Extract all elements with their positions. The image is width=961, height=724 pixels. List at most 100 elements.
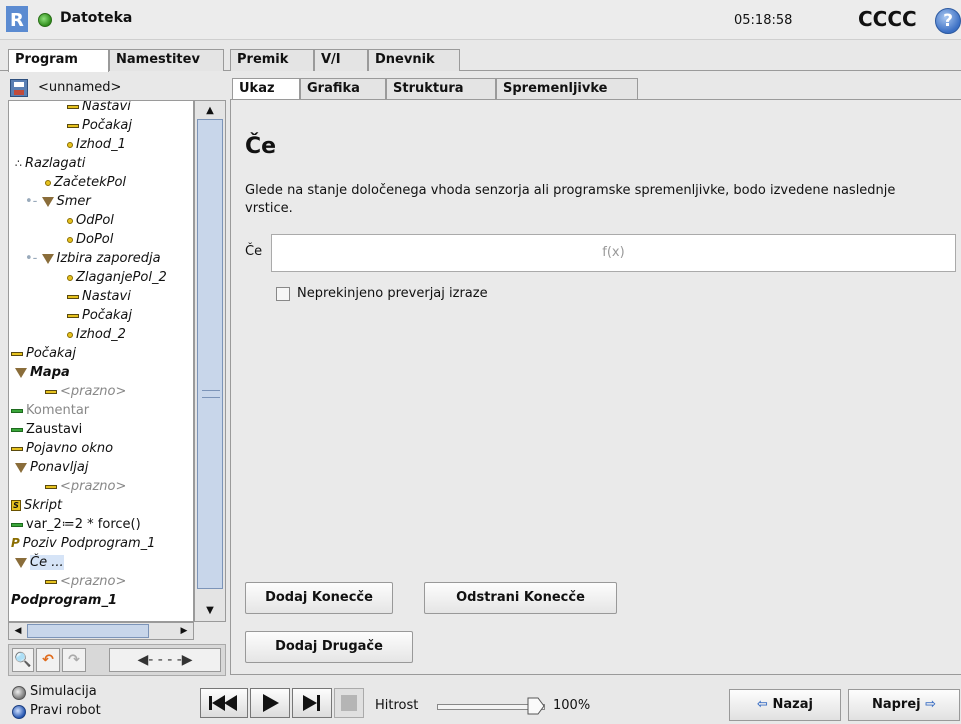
tab-program[interactable]: Program	[8, 49, 109, 72]
scroll-up-icon[interactable]: ▲	[197, 103, 223, 119]
scroll-right-icon[interactable]: ▶	[177, 624, 191, 638]
simulation-radio-icon[interactable]	[12, 686, 26, 700]
add-elseif-button[interactable]: Dodaj Konecče	[245, 582, 393, 614]
rewind-button[interactable]	[200, 688, 248, 718]
next-button[interactable]: Naprej ⇨	[848, 689, 960, 721]
tree-node[interactable]: Izhod_2	[67, 325, 126, 344]
wait-icon	[67, 313, 79, 318]
tree-node[interactable]: Pojavno okno	[11, 439, 113, 458]
scroll-thumb[interactable]	[197, 119, 223, 589]
tree-node[interactable]: Zaustavi	[11, 420, 82, 439]
remove-elseif-button[interactable]: Odstrani Konecče	[424, 582, 617, 614]
tree-node[interactable]: P Poziv Podprogram_1	[11, 534, 155, 553]
real-robot-label[interactable]: Pravi robot	[30, 703, 101, 718]
next-label: Naprej	[871, 697, 921, 712]
set-icon	[67, 294, 79, 299]
comment-icon	[11, 408, 23, 413]
tree-node[interactable]: DoPol	[67, 230, 113, 249]
real-robot-radio-icon[interactable]	[12, 705, 26, 719]
tree-node[interactable]: •- Smer	[25, 192, 91, 211]
waypoint-icon	[67, 141, 73, 148]
undo-icon[interactable]: ↶	[36, 648, 60, 672]
tree-node-selected[interactable]: Če ...	[15, 553, 64, 572]
tree-node[interactable]: <prazno>	[45, 382, 126, 401]
tree-node[interactable]: Izhod_1	[67, 135, 126, 154]
tree-node[interactable]: •- Izbira zaporedja	[25, 249, 161, 268]
tab-move[interactable]: Premik	[230, 49, 314, 71]
tree-node[interactable]: Podprogram_1	[11, 591, 117, 610]
tab-variables[interactable]: Spremenljivke	[496, 78, 638, 99]
tree-node[interactable]: Nastavi	[67, 101, 131, 116]
waypoint-icon	[67, 236, 73, 243]
tree-node[interactable]: ZačetekPol	[45, 173, 126, 192]
tree-vertical-scrollbar[interactable]: ▲ ▼	[194, 100, 226, 622]
add-else-button[interactable]: Dodaj Drugače	[245, 631, 413, 663]
tree-node[interactable]: Počakaj	[67, 306, 132, 325]
back-button[interactable]: ⇦ Nazaj	[729, 689, 841, 721]
robot-name: CCCC	[858, 7, 917, 31]
play-button[interactable]	[250, 688, 290, 718]
tab-installation[interactable]: Namestitev	[109, 49, 224, 71]
scroll-left-icon[interactable]: ◀	[11, 624, 25, 638]
simulation-label[interactable]: Simulacija	[30, 684, 97, 699]
tree-node[interactable]: Mapa	[15, 363, 70, 382]
expression-input[interactable]: f(x)	[271, 234, 956, 272]
tree-horizontal-scrollbar[interactable]: ◀ ▶	[8, 622, 194, 640]
ur-logo-icon: R	[6, 6, 28, 32]
search-icon[interactable]: 🔍	[12, 648, 34, 672]
redo-icon[interactable]: ↷	[62, 648, 86, 672]
tree-node[interactable]: <prazno>	[45, 572, 126, 591]
svg-text:R: R	[10, 10, 24, 31]
speed-slider-handle[interactable]	[527, 697, 545, 715]
palletizing-icon: ∴	[15, 157, 22, 170]
tree-node[interactable]: Nastavi	[67, 287, 131, 306]
help-icon[interactable]: ?	[935, 8, 961, 34]
empty-icon	[45, 484, 57, 489]
file-menu[interactable]: Datoteka	[60, 10, 132, 26]
step-button[interactable]	[292, 688, 332, 718]
tree-node[interactable]: Počakaj	[11, 344, 76, 363]
move-arrows-icon[interactable]: ◀- - - -▶	[109, 648, 221, 672]
tree-node[interactable]: Komentar	[11, 401, 89, 420]
tree-node[interactable]: ∴ Razlagati	[15, 154, 85, 173]
grip-icon	[202, 390, 220, 398]
waypoint-icon	[67, 217, 73, 224]
tree-node[interactable]: Počakaj	[67, 116, 132, 135]
tab-io[interactable]: V/I	[314, 49, 368, 71]
speed-value: 100%	[553, 698, 591, 713]
status-green-icon	[38, 13, 52, 27]
arrow-left-icon: ⇦	[757, 697, 768, 712]
tree-node[interactable]: S Skript	[11, 496, 62, 515]
empty-icon	[45, 389, 57, 394]
expand-icon[interactable]: •-	[25, 194, 37, 209]
tab-log[interactable]: Dnevnik	[368, 49, 460, 71]
continuous-check-checkbox[interactable]	[276, 287, 290, 301]
play-icon	[263, 694, 279, 712]
tree-node[interactable]: var_2≔2 * force()	[11, 515, 141, 534]
tree-node[interactable]: Ponavljaj	[15, 458, 89, 477]
folder-icon	[15, 367, 27, 378]
hscroll-thumb[interactable]	[27, 624, 149, 638]
arrow-right-icon: ⇨	[925, 697, 937, 712]
stop-icon	[341, 695, 357, 711]
stop-button[interactable]	[334, 688, 364, 718]
title-bar: R Datoteka 05:18:58 CCCC ?	[0, 0, 961, 40]
subprogram-label: Podprogram_1	[11, 593, 117, 608]
tree-node[interactable]: OdPol	[67, 211, 114, 230]
tab-command[interactable]: Ukaz	[232, 78, 300, 100]
script-icon: S	[11, 500, 21, 511]
tab-graphics[interactable]: Grafika	[300, 78, 386, 99]
empty-icon	[45, 579, 57, 584]
program-tree[interactable]: Nastavi Počakaj Izhod_1 ∴ Razlagati Začet…	[8, 100, 194, 622]
back-label: Nazaj	[772, 697, 813, 712]
command-description: Glede na stanje določenega vhoda senzorj…	[245, 183, 896, 216]
rewind-icon	[209, 695, 237, 711]
tab-structure[interactable]: Struktura	[386, 78, 496, 99]
expand-icon[interactable]: •-	[25, 251, 37, 266]
tree-node[interactable]: <prazno>	[45, 477, 126, 496]
tree-node[interactable]: ZlaganjePol_2	[67, 268, 167, 287]
loop-icon	[15, 462, 27, 473]
save-icon[interactable]	[10, 79, 28, 97]
folder-icon	[41, 253, 54, 264]
scroll-down-icon[interactable]: ▼	[197, 603, 223, 619]
